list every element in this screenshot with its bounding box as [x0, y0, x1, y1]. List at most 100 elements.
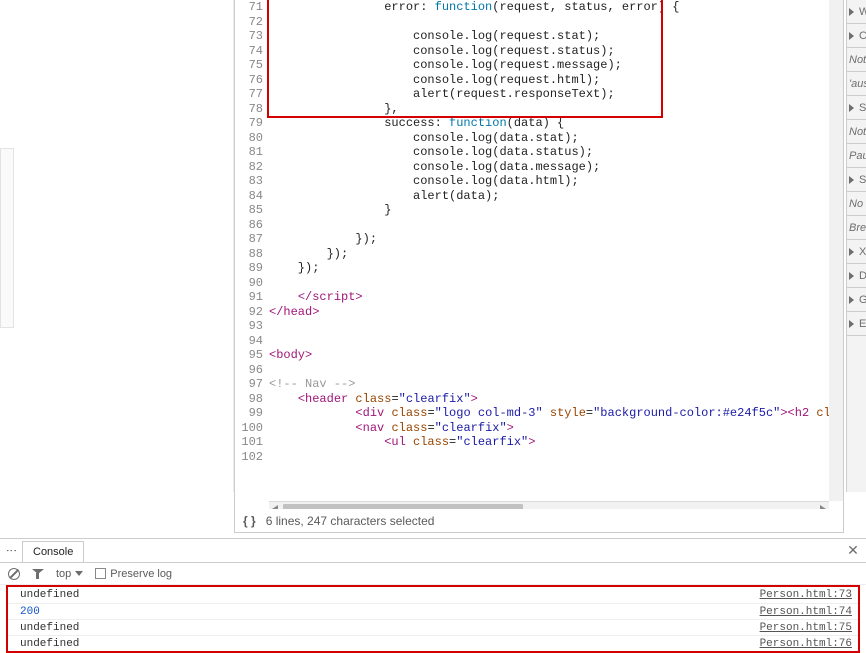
line-source[interactable]: <div class="logo col-md-3" style="backgr…	[269, 406, 843, 421]
code-line[interactable]: 88 });	[235, 247, 843, 262]
code-line[interactable]: 77 alert(request.responseText);	[235, 87, 843, 102]
sidebar-section[interactable]: Bre	[847, 216, 866, 240]
line-source[interactable]: alert(request.responseText);	[269, 87, 843, 102]
code-line[interactable]: 99 <div class="logo col-md-3" style="bac…	[235, 406, 843, 421]
code-line[interactable]: 74 console.log(request.status);	[235, 44, 843, 59]
vertical-scrollbar[interactable]	[829, 0, 843, 501]
sidebar-section[interactable]: D	[847, 264, 866, 288]
code-line[interactable]: 100 <nav class="clearfix">	[235, 421, 843, 436]
line-source[interactable]: });	[269, 247, 843, 262]
drawer-toggle-icon[interactable]: ⋮	[4, 539, 18, 562]
line-source[interactable]: alert(data);	[269, 189, 843, 204]
code-line[interactable]: 94	[235, 334, 843, 349]
code-line[interactable]: 76 console.log(request.html);	[235, 73, 843, 88]
tab-console[interactable]: Console	[22, 541, 84, 562]
code-line[interactable]: 80 console.log(data.stat);	[235, 131, 843, 146]
log-source-link[interactable]: Person.html:75	[760, 622, 852, 634]
line-source[interactable]	[269, 15, 843, 30]
code-line[interactable]: 89 });	[235, 261, 843, 276]
line-source[interactable]: console.log(request.html);	[269, 73, 843, 88]
code-line[interactable]: 92</head>	[235, 305, 843, 320]
preserve-log-toggle[interactable]: Preserve log	[95, 568, 172, 580]
line-source[interactable]: console.log(data.message);	[269, 160, 843, 175]
line-source[interactable]: <header class="clearfix">	[269, 392, 843, 407]
code-line[interactable]: 97<!-- Nav -->	[235, 377, 843, 392]
code-line[interactable]: 91 </script>	[235, 290, 843, 305]
code-line[interactable]: 75 console.log(request.message);	[235, 58, 843, 73]
clear-console-icon[interactable]	[8, 568, 20, 580]
close-drawer-button[interactable]: ✕	[840, 539, 866, 562]
line-source[interactable]: </head>	[269, 305, 843, 320]
sidebar-section[interactable]: No	[847, 192, 866, 216]
line-source[interactable]: console.log(request.status);	[269, 44, 843, 59]
code-line[interactable]: 98 <header class="clearfix">	[235, 392, 843, 407]
code-line[interactable]: 93	[235, 319, 843, 334]
line-source[interactable]: <body>	[269, 348, 843, 363]
line-source[interactable]	[269, 334, 843, 349]
code-line[interactable]: 87 });	[235, 232, 843, 247]
sidebar-section[interactable]: E	[847, 312, 866, 336]
line-source[interactable]	[269, 218, 843, 233]
code-line[interactable]: 84 alert(data);	[235, 189, 843, 204]
code-line[interactable]: 73 console.log(request.stat);	[235, 29, 843, 44]
code-line[interactable]: 95<body>	[235, 348, 843, 363]
code-line[interactable]: 71 error: function(request, status, erro…	[235, 0, 843, 15]
line-source[interactable]: error: function(request, status, error) …	[269, 0, 843, 15]
pretty-print-icon[interactable]: { }	[243, 514, 256, 528]
line-source[interactable]	[269, 450, 843, 465]
log-source-link[interactable]: Person.html:73	[760, 589, 852, 601]
context-label: top	[56, 568, 71, 580]
line-source[interactable]	[269, 276, 843, 291]
line-source[interactable]: }	[269, 203, 843, 218]
line-source[interactable]: <ul class="clearfix">	[269, 435, 843, 450]
line-source[interactable]: });	[269, 261, 843, 276]
sidebar-section[interactable]: W	[847, 0, 866, 24]
right-sidebar: W CNot'ause SNotPau SNo Bre X D G E	[846, 0, 866, 492]
line-source[interactable]: <!-- Nav -->	[269, 377, 843, 392]
line-source[interactable]: success: function(data) {	[269, 116, 843, 131]
log-source-link[interactable]: Person.html:76	[760, 638, 852, 650]
code-line[interactable]: 81 console.log(data.status);	[235, 145, 843, 160]
code-line[interactable]: 85 }	[235, 203, 843, 218]
expand-icon	[849, 296, 854, 304]
code-line[interactable]: 96	[235, 363, 843, 378]
code-line[interactable]: 78 },	[235, 102, 843, 117]
filter-icon[interactable]	[32, 568, 44, 580]
log-entry: undefinedPerson.html:75	[8, 619, 858, 635]
line-source[interactable]: console.log(data.html);	[269, 174, 843, 189]
log-entry: undefinedPerson.html:76	[8, 635, 858, 651]
code-line[interactable]: 72	[235, 15, 843, 30]
code-line[interactable]: 82 console.log(data.message);	[235, 160, 843, 175]
line-source[interactable]: console.log(request.message);	[269, 58, 843, 73]
code-line[interactable]: 83 console.log(data.html);	[235, 174, 843, 189]
code-line[interactable]: 101 <ul class="clearfix">	[235, 435, 843, 450]
sidebar-section[interactable]: S	[847, 168, 866, 192]
line-source[interactable]: console.log(request.stat);	[269, 29, 843, 44]
sidebar-section[interactable]: 'ause	[847, 72, 866, 96]
log-source-link[interactable]: Person.html:74	[760, 606, 852, 618]
line-source[interactable]: </script>	[269, 290, 843, 305]
line-source[interactable]: console.log(data.stat);	[269, 131, 843, 146]
sidebar-section[interactable]: Not	[847, 120, 866, 144]
sidebar-section[interactable]: S	[847, 96, 866, 120]
line-source[interactable]: },	[269, 102, 843, 117]
line-source[interactable]: <nav class="clearfix">	[269, 421, 843, 436]
sidebar-section[interactable]: Not	[847, 48, 866, 72]
code-line[interactable]: 90	[235, 276, 843, 291]
line-source[interactable]	[269, 363, 843, 378]
line-source[interactable]	[269, 319, 843, 334]
sidebar-section[interactable]: Pau	[847, 144, 866, 168]
checkbox-icon[interactable]	[95, 568, 106, 579]
source-editor[interactable]: 71 error: function(request, status, erro…	[234, 0, 844, 518]
line-source[interactable]: });	[269, 232, 843, 247]
sidebar-section[interactable]: G	[847, 288, 866, 312]
sidebar-section[interactable]: X	[847, 240, 866, 264]
context-selector[interactable]: top	[56, 568, 83, 580]
line-source[interactable]: console.log(data.status);	[269, 145, 843, 160]
code-line[interactable]: 79 success: function(data) {	[235, 116, 843, 131]
sidebar-section[interactable]: C	[847, 24, 866, 48]
code-line[interactable]: 102	[235, 450, 843, 465]
code-line[interactable]: 86	[235, 218, 843, 233]
line-number: 82	[235, 160, 269, 175]
line-number: 100	[235, 421, 269, 436]
